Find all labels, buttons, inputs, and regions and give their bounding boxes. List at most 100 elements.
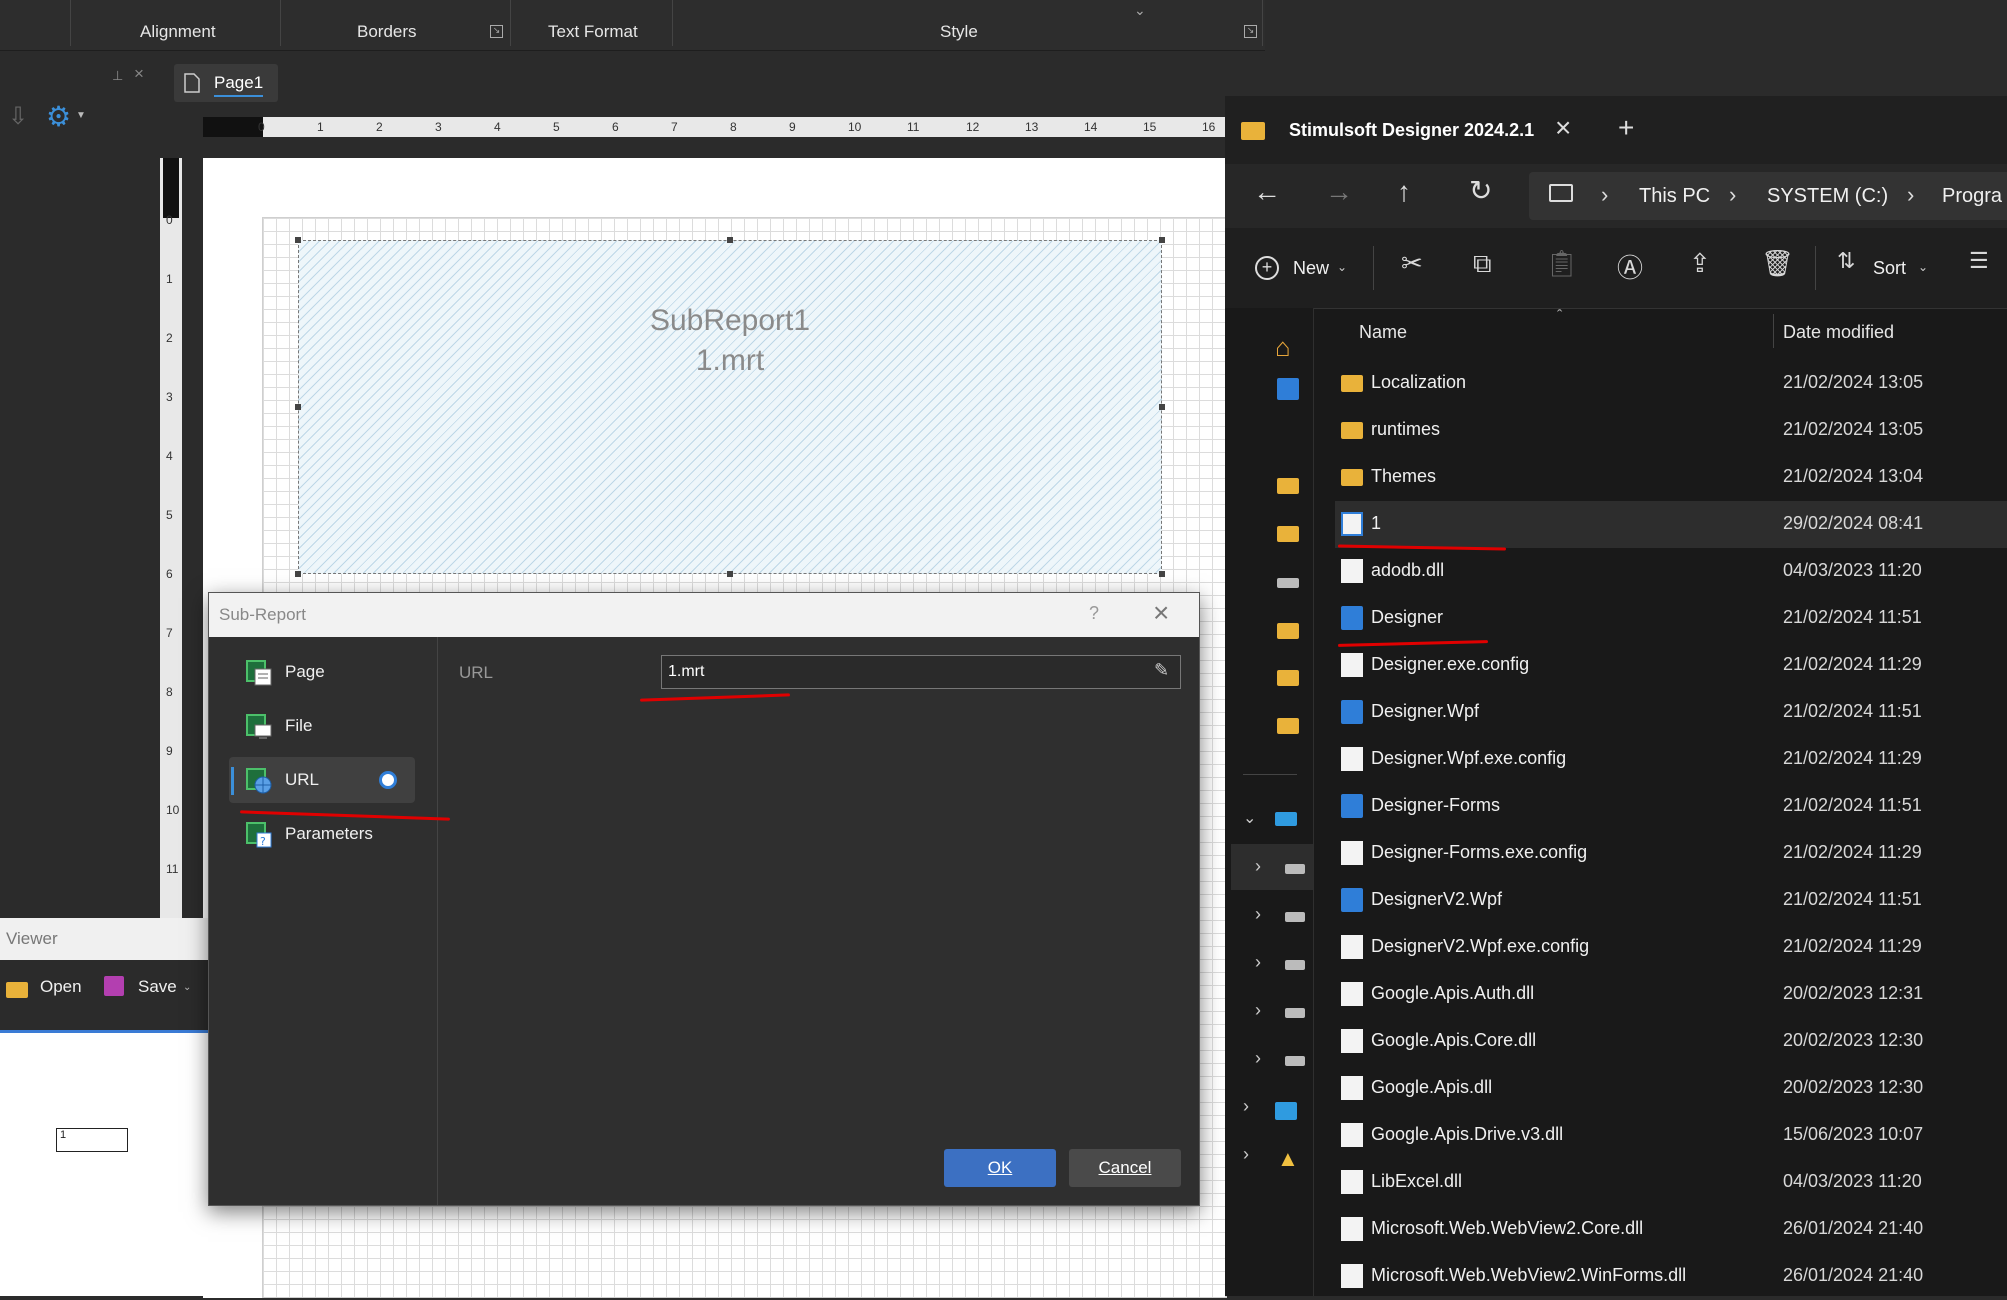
refresh-icon[interactable]: ↻ <box>1469 174 1492 207</box>
file-row[interactable]: Designer-Forms.exe.config 21/02/2024 11:2… <box>1335 830 2007 877</box>
file-row[interactable]: Themes 21/02/2024 13:04 <box>1335 454 2007 501</box>
edit-pencil-icon[interactable]: ✎ <box>1154 660 1169 681</box>
ok-button[interactable]: OK <box>944 1149 1056 1187</box>
file-row[interactable]: adodb.dll 04/03/2023 11:20 <box>1335 548 2007 595</box>
expand-chevron-icon[interactable]: ⌄ <box>1243 808 1256 828</box>
nav-folder-icon[interactable] <box>1277 526 1299 542</box>
nav-item-file[interactable]: File <box>229 703 415 749</box>
column-date-modified[interactable]: Date modified <box>1783 322 1894 343</box>
drive-icon[interactable] <box>1285 912 1305 922</box>
file-row[interactable]: Microsoft.Web.WebView2.WinForms.dll 26/01… <box>1335 1253 2007 1300</box>
file-row[interactable]: Google.Apis.Auth.dll 20/02/2023 12:31 <box>1335 971 2007 1018</box>
url-input[interactable]: 1.mrt ✎ <box>661 655 1181 689</box>
expand-chevron-icon[interactable]: › <box>1255 856 1261 877</box>
resize-handle[interactable] <box>295 571 301 577</box>
style-launcher-icon[interactable]: ↘ <box>1244 25 1257 38</box>
expand-chevron-icon[interactable]: › <box>1255 904 1261 925</box>
home-icon[interactable]: ⌂ <box>1275 332 1291 363</box>
resize-handle[interactable] <box>1159 404 1165 410</box>
sort-button[interactable]: Sort <box>1873 258 1906 279</box>
resize-handle[interactable] <box>1159 571 1165 577</box>
file-row[interactable]: Localization 21/02/2024 13:05 <box>1335 360 2007 407</box>
file-row[interactable]: Designer.Wpf.exe.config 21/02/2024 11:29 <box>1335 736 2007 783</box>
open-button[interactable]: Open <box>40 977 82 997</box>
ribbon-group-text-format[interactable]: Text Format <box>548 22 638 42</box>
nav-folder-icon[interactable] <box>1277 623 1299 639</box>
subreport-component[interactable]: SubReport1 1.mrt <box>295 237 1165 577</box>
expand-chevron-icon[interactable]: › <box>1243 1144 1249 1165</box>
paste-icon[interactable]: 📋︎ <box>1545 248 1578 279</box>
file-row[interactable]: runtimes 21/02/2024 13:05 <box>1335 407 2007 454</box>
drive-icon[interactable] <box>1285 1008 1305 1018</box>
dialog-close-icon[interactable]: × <box>1153 597 1169 629</box>
nav-folder-icon[interactable] <box>1277 670 1299 686</box>
network-icon[interactable] <box>1275 1102 1297 1120</box>
nav-folder-icon[interactable] <box>1277 718 1299 734</box>
linux-icon[interactable]: ▲ <box>1277 1146 1299 1172</box>
file-row[interactable]: Google.Apis.Core.dll 20/02/2023 12:30 <box>1335 1018 2007 1065</box>
back-arrow-icon[interactable]: ← <box>1253 176 1281 208</box>
breadcrumb-program-files[interactable]: Progra <box>1942 185 2002 208</box>
cancel-button[interactable]: Cancel <box>1069 1149 1181 1187</box>
copy-icon[interactable]: ⧉ <box>1473 248 1492 280</box>
breadcrumb-system-c[interactable]: SYSTEM (C:) <box>1767 185 1888 208</box>
file-row[interactable]: Google.Apis.Drive.v3.dll 15/06/2023 10:07 <box>1335 1112 2007 1159</box>
file-row[interactable]: Designer.exe.config 21/02/2024 11:29 <box>1335 642 2007 689</box>
share-icon[interactable]: ⇪ <box>1689 248 1711 279</box>
ribbon-group-alignment[interactable]: Alignment <box>140 22 216 42</box>
expand-chevron-icon[interactable]: › <box>1255 1000 1261 1021</box>
file-row[interactable]: 1 29/02/2024 08:41 <box>1335 501 2007 548</box>
drive-icon[interactable] <box>1285 1056 1305 1066</box>
column-name[interactable]: Name <box>1359 322 1407 343</box>
file-row[interactable]: Microsoft.Web.WebView2.Core.dll 26/01/202… <box>1335 1206 2007 1253</box>
new-button[interactable]: New <box>1293 258 1329 279</box>
this-pc-icon[interactable] <box>1275 812 1297 826</box>
gear-icon[interactable]: ⚙ <box>46 100 71 133</box>
file-row[interactable]: Designer 21/02/2024 11:51 <box>1335 595 2007 642</box>
save-button[interactable]: Save <box>138 977 177 997</box>
style-expand-icon[interactable]: ⌄ <box>1134 2 1146 19</box>
rename-icon[interactable]: Ⓐ <box>1617 248 1643 285</box>
chevron-down-icon[interactable]: ⌄ <box>1337 260 1347 274</box>
chevron-down-icon[interactable]: ⌄ <box>1918 260 1928 274</box>
cut-icon[interactable]: ✂ <box>1401 248 1423 279</box>
chevron-down-icon[interactable]: ⌄ <box>183 982 191 993</box>
breadcrumb-this-pc[interactable]: This PC <box>1639 185 1710 208</box>
drive-icon[interactable] <box>1285 960 1305 970</box>
resize-handle[interactable] <box>1159 237 1165 243</box>
expand-chevron-icon[interactable]: › <box>1255 1048 1261 1069</box>
tab-page1[interactable]: Page1 <box>174 64 278 102</box>
explorer-tab-title[interactable]: Stimulsoft Designer 2024.2.1 <box>1289 120 1534 141</box>
nav-folder-icon[interactable] <box>1277 478 1299 494</box>
expand-chevron-icon[interactable]: › <box>1243 1096 1249 1117</box>
selected-radio-icon[interactable] <box>379 771 397 789</box>
chevron-down-icon[interactable]: ▼ <box>76 110 86 121</box>
file-row[interactable]: DesignerV2.Wpf 21/02/2024 11:51 <box>1335 877 2007 924</box>
new-tab-icon[interactable]: + <box>1618 112 1634 144</box>
ribbon-group-style[interactable]: Style <box>940 22 978 42</box>
drive-icon[interactable] <box>1285 864 1305 874</box>
delete-icon[interactable]: 🗑︎ <box>1761 248 1794 279</box>
help-button[interactable]: ? <box>1089 603 1099 624</box>
view-menu-icon[interactable]: ☰ <box>1969 248 1989 274</box>
file-row[interactable]: DesignerV2.Wpf.exe.config 21/02/2024 11:2… <box>1335 924 2007 971</box>
file-row[interactable]: Designer-Forms 21/02/2024 11:51 <box>1335 783 2007 830</box>
resize-handle[interactable] <box>295 404 301 410</box>
file-row[interactable]: LibExcel.dll 04/03/2023 11:20 <box>1335 1159 2007 1206</box>
nav-item-url[interactable]: URL <box>229 757 415 803</box>
forward-arrow-icon[interactable]: → <box>1325 176 1353 208</box>
borders-launcher-icon[interactable]: ↘ <box>490 25 503 38</box>
up-arrow-icon[interactable]: ↑ <box>1397 176 1411 208</box>
file-row[interactable]: Google.Apis.dll 20/02/2023 12:30 <box>1335 1065 2007 1112</box>
file-row[interactable]: Designer.Wpf 21/02/2024 11:51 <box>1335 689 2007 736</box>
breadcrumb[interactable]: › This PC › SYSTEM (C:) › Progra <box>1529 172 2007 220</box>
resize-handle[interactable] <box>295 237 301 243</box>
resize-handle[interactable] <box>727 571 733 577</box>
pin-icon[interactable]: ⊥ <box>112 68 123 84</box>
move-down-icon[interactable]: ⇩ <box>8 102 28 131</box>
expand-chevron-icon[interactable]: › <box>1255 952 1261 973</box>
drive-icon[interactable] <box>1277 578 1299 588</box>
panel-close-icon[interactable]: × <box>134 64 144 84</box>
gallery-icon[interactable] <box>1277 378 1299 400</box>
tab-close-icon[interactable]: × <box>1555 112 1571 144</box>
